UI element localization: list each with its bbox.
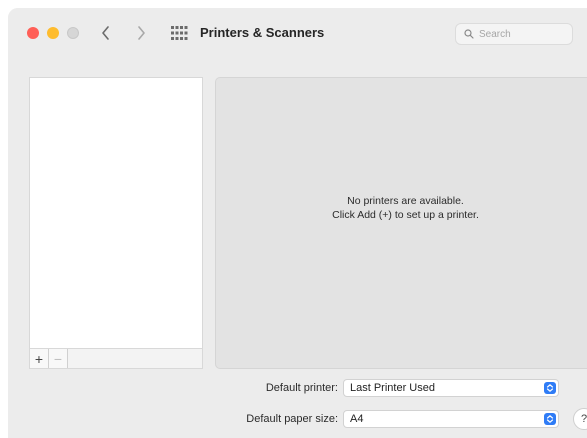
default-paper-size-value: A4 [350,413,364,425]
remove-printer-button: − [49,349,68,368]
printers-scanners-window: Printers & Scanners + − No printers are … [8,8,587,438]
no-printers-line: No printers are available. [347,195,464,207]
add-printer-hint: Click Add (+) to set up a printer. [332,209,479,221]
no-printers-message: No printers are available. Click Add (+)… [216,194,587,222]
popup-chevron-icon [544,413,556,425]
search-input[interactable] [479,28,569,40]
window-title: Printers & Scanners [200,25,325,40]
default-printer-label: Default printer: [265,382,338,394]
close-button[interactable] [27,27,39,39]
search-icon [464,29,474,39]
default-paper-size-popup[interactable]: A4 [343,410,559,428]
chevron-right-icon [138,26,145,40]
minimize-button[interactable] [47,27,59,39]
back-button[interactable] [97,23,115,43]
printer-list-controls: + − [29,349,203,369]
toolbar: Printers & Scanners [8,8,587,58]
forward-button[interactable] [132,23,150,43]
default-paper-size-label: Default paper size: [246,413,338,425]
printer-detail-pane: No printers are available. Click Add (+)… [215,77,587,369]
chevron-left-icon [102,26,109,40]
grid-icon [171,26,188,40]
popup-chevron-icon [544,382,556,394]
show-all-button[interactable] [170,25,188,41]
default-printer-value: Last Printer Used [350,382,435,394]
zoom-button [67,27,79,39]
help-button[interactable]: ? [573,408,587,430]
default-printer-popup[interactable]: Last Printer Used [343,379,559,397]
printer-list[interactable] [29,77,203,349]
search-field[interactable] [455,23,573,45]
add-printer-button[interactable]: + [30,349,49,368]
